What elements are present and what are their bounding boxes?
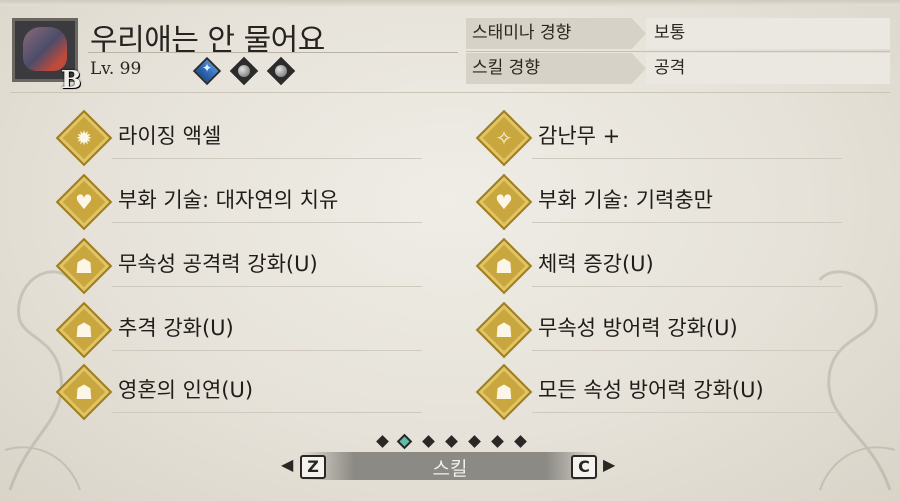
skill-item: ♥ 부화 기술: 대자연의 치유	[55, 173, 436, 231]
tendency-value: 공격	[646, 53, 890, 84]
empty-slot-icon	[238, 65, 250, 77]
stamina-tendency-row: 스태미나 경향 보통	[466, 18, 890, 49]
decoration-icon: ✦	[201, 61, 213, 75]
skill-item: ☗ 영혼의 인연(U)	[55, 363, 436, 421]
skill-label: 체력 증강(U)	[538, 252, 654, 276]
name-divider	[88, 52, 458, 53]
skill-label: 영혼의 인연(U)	[118, 378, 254, 402]
tendency-divider	[466, 51, 890, 52]
skill-label: 라이징 액셀	[118, 124, 222, 148]
skill-item: ✹ 라이징 액셀	[55, 109, 436, 167]
sun-burst-icon: ✹	[75, 126, 93, 150]
hunter-level: Lv. 99	[90, 59, 142, 79]
skill-label: 모든 속성 방어력 강화(U)	[538, 378, 764, 402]
decoration-slot-2	[229, 56, 259, 86]
tendency-value: 보통	[646, 18, 890, 49]
skill-item: ✧ 감난무 +	[475, 109, 856, 167]
next-tab-key[interactable]: C	[571, 455, 597, 479]
top-frame	[0, 0, 900, 6]
skill-item: ☗ 무속성 공격력 강화(U)	[55, 237, 436, 295]
skill-label: 무속성 공격력 강화(U)	[118, 252, 318, 276]
tab-skills-label: 스킬	[432, 458, 468, 480]
flex-figure-icon: ☗	[75, 318, 93, 342]
tab-bar: 스킬	[300, 452, 600, 480]
skill-label: 감난무 +	[538, 124, 621, 148]
prev-tab-key[interactable]: Z	[300, 455, 326, 479]
skill-item: ☗ 추격 강화(U)	[55, 301, 436, 359]
heart-icon: ♥	[75, 190, 93, 214]
flex-figure-icon: ☗	[495, 254, 513, 278]
tendency-key: 스킬 경향	[466, 53, 646, 84]
decoration-slot-1: ✦	[192, 56, 222, 86]
skill-item: ♥ 부화 기술: 기력충만	[475, 173, 856, 231]
skill-label: 부화 기술: 대자연의 치유	[118, 188, 339, 212]
empty-slot-icon	[275, 65, 287, 77]
rank-letter: B	[61, 65, 82, 94]
flex-figure-icon: ☗	[75, 254, 93, 278]
tendency-panel: 스태미나 경향 보통 스킬 경향 공격	[466, 18, 890, 84]
skill-label: 추격 강화(U)	[118, 316, 234, 340]
decoration-slot-3	[266, 56, 296, 86]
tendency-key: 스태미나 경향	[466, 18, 646, 49]
skill-item: ☗ 무속성 방어력 강화(U)	[475, 301, 856, 359]
sparkle-slash-icon: ✧	[495, 126, 513, 150]
flex-figure-icon: ☗	[495, 318, 513, 342]
skill-tendency-row: 스킬 경향 공격	[466, 53, 890, 84]
skill-item: ☗ 모든 속성 방어력 강화(U)	[475, 363, 856, 421]
skill-label: 부화 기술: 기력충만	[538, 188, 713, 212]
prev-arrow-icon[interactable]: ◀	[281, 455, 293, 474]
skill-label: 무속성 방어력 강화(U)	[538, 316, 738, 340]
flex-figure-icon: ☗	[495, 380, 513, 404]
header-divider	[10, 92, 890, 93]
hunter-portrait: B	[12, 18, 81, 94]
next-arrow-icon[interactable]: ▶	[603, 455, 615, 474]
flex-figure-icon: ☗	[75, 380, 93, 404]
skill-item: ☗ 체력 증강(U)	[475, 237, 856, 295]
heart-icon: ♥	[495, 190, 513, 214]
